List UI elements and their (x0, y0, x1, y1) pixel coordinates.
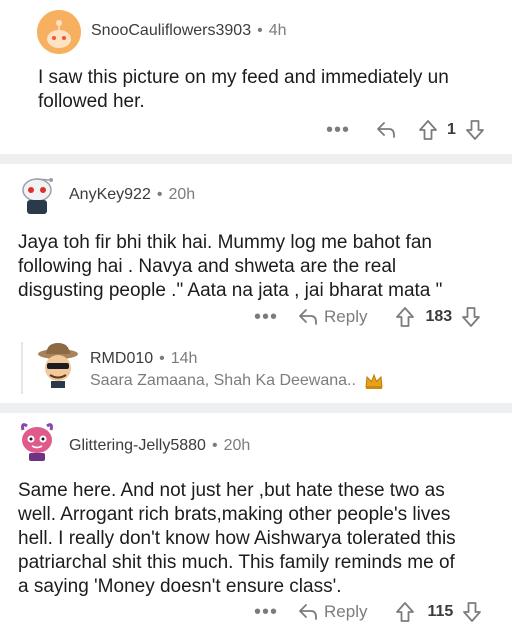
separator-dot: • (211, 437, 218, 454)
comment-actions: ••• Reply 183 (254, 302, 481, 332)
comment-time: 4h (268, 22, 287, 39)
downvote-icon[interactable] (461, 306, 481, 328)
reply-label: Reply (324, 307, 368, 326)
reply-icon (298, 603, 318, 621)
reply-icon[interactable] (376, 121, 396, 139)
user-avatar[interactable] (37, 10, 81, 54)
body-line: a saying 'Money doesn't ensure class'. (18, 576, 342, 597)
comment-body: Same here. And not just her ,but hate th… (18, 479, 508, 599)
comment-actions: ••• 1 (326, 115, 485, 145)
username[interactable]: RMD010 (90, 350, 153, 367)
downvote-icon[interactable] (465, 119, 485, 141)
upvote-icon[interactable] (395, 306, 415, 328)
reply-icon (298, 308, 318, 326)
separator-dot: • (159, 350, 165, 367)
body-line: Jaya toh fir bhi thik hai. Mummy log me … (18, 232, 432, 253)
comment-divider (0, 154, 512, 164)
separator-dot: • (156, 186, 163, 203)
body-line: I saw this picture on my feed and immedi… (38, 67, 449, 88)
body-line: following hai . Navya and shweta are the… (18, 256, 397, 277)
upvote-icon[interactable] (418, 119, 438, 141)
comment-body: I saw this picture on my feed and immedi… (38, 66, 498, 114)
comment-actions: ••• Reply 115 (254, 597, 482, 627)
reply-button[interactable]: Reply (298, 307, 367, 327)
downvote-icon[interactable] (462, 601, 482, 623)
reply-button[interactable]: Reply (298, 602, 367, 622)
more-options-icon[interactable]: ••• (254, 602, 278, 622)
reply-label: Reply (324, 602, 368, 621)
body-line: followed her. (38, 91, 145, 112)
user-avatar[interactable] (15, 172, 59, 216)
user-avatar[interactable] (34, 340, 82, 388)
user-avatar[interactable] (15, 418, 59, 462)
comment-time: 20h (223, 437, 251, 454)
body-line: well. Arrogant rich brats,making other p… (18, 504, 451, 525)
crown-icon (364, 372, 384, 390)
vote-count: 115 (427, 603, 454, 620)
username[interactable]: AnyKey922 (69, 186, 151, 203)
thread-line[interactable] (21, 342, 23, 394)
reply-preview[interactable]: Saara Zamaana, Shah Ka Deewana.. (90, 372, 356, 390)
separator-dot: • (257, 22, 263, 39)
more-options-icon[interactable]: ••• (326, 120, 350, 140)
comment-time: 14h (170, 350, 198, 367)
body-line: patriarchal shit this much. This family … (18, 552, 455, 573)
body-line: hell. I really don't know how Aishwarya … (18, 528, 456, 549)
comment-divider (0, 403, 512, 413)
body-line: disgusting people ." Aata na jata , jai … (18, 280, 443, 301)
more-options-icon[interactable]: ••• (254, 307, 278, 327)
username[interactable]: SnooCauliflowers3903 (91, 22, 251, 39)
username[interactable]: Glittering-Jelly5880 (69, 437, 206, 454)
vote-count: 1 (447, 121, 456, 138)
comment-body: Jaya toh fir bhi thik hai. Mummy log me … (18, 231, 508, 303)
comment-time: 20h (168, 186, 196, 203)
vote-count: 183 (425, 308, 453, 325)
body-line: Same here. And not just her ,but hate th… (18, 480, 445, 501)
upvote-icon[interactable] (395, 601, 415, 623)
